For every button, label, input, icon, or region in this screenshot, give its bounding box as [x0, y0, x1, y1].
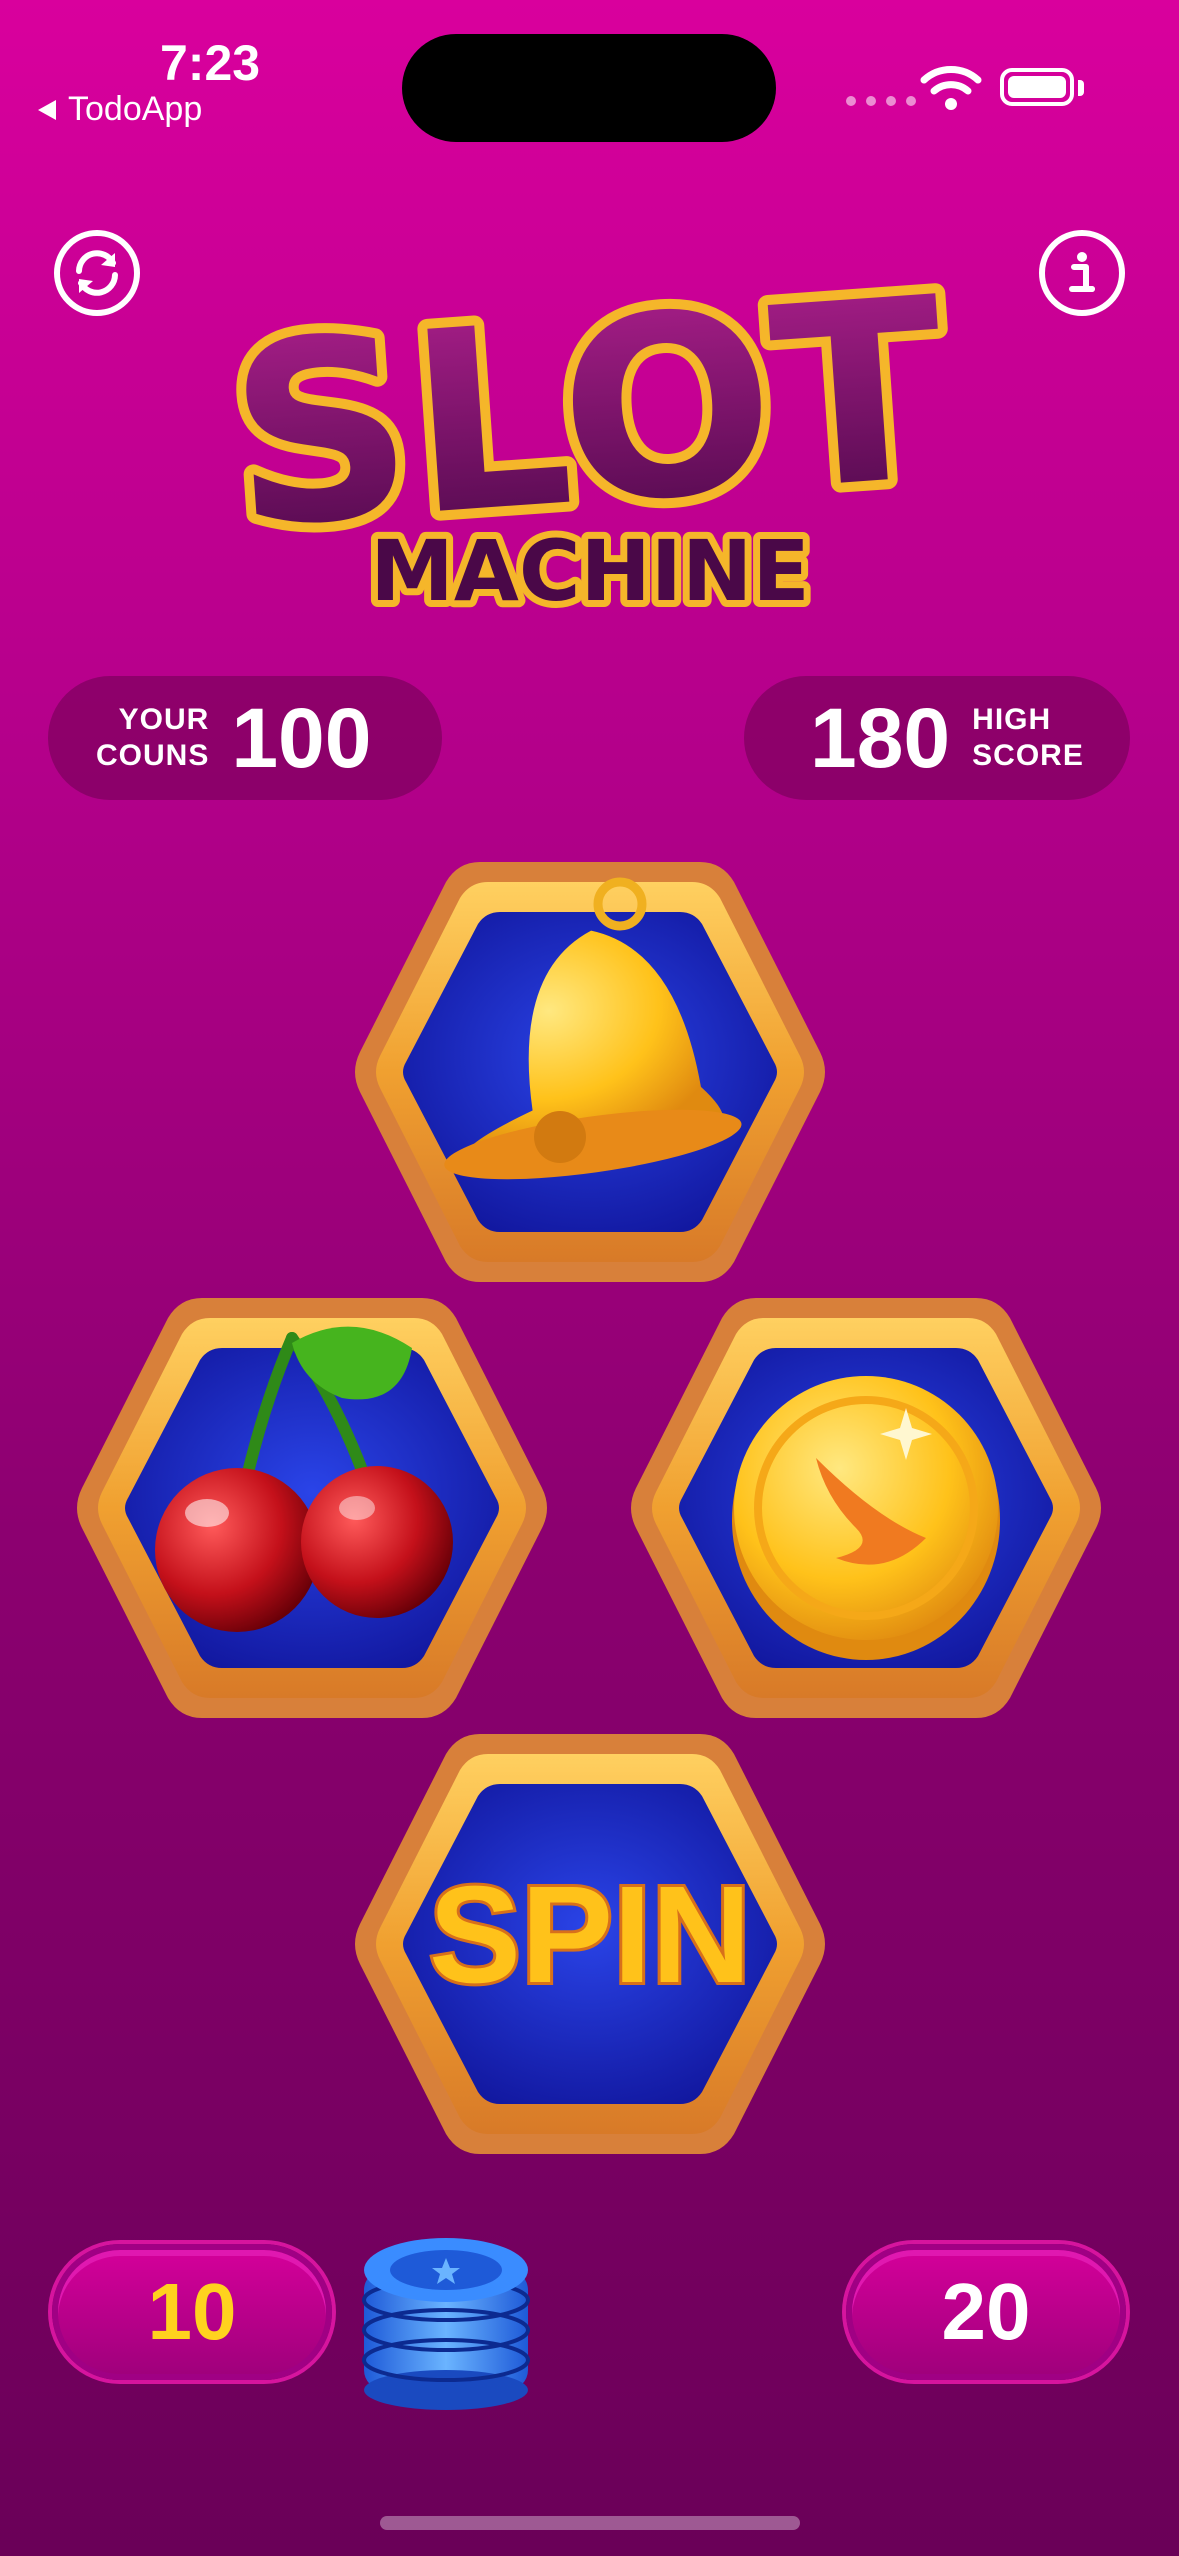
wifi-icon — [920, 66, 982, 110]
info-button[interactable] — [1039, 230, 1125, 316]
reel-3 — [631, 1298, 1101, 1718]
reset-button[interactable] — [54, 230, 140, 316]
coins-label: YOUR COUNS — [96, 703, 210, 772]
coins-display: YOUR COUNS 100 — [48, 676, 442, 800]
battery-cap — [1078, 80, 1084, 96]
info-icon — [1069, 252, 1095, 292]
spin-label: SPIN — [429, 1858, 751, 2012]
battery-icon — [1000, 68, 1074, 106]
reel-1 — [355, 862, 825, 1282]
coin-icon — [732, 1376, 1000, 1660]
high-score-label: HIGH SCORE — [972, 703, 1084, 772]
high-score-display: 180 HIGH SCORE — [744, 676, 1130, 800]
arrow-circle-icon — [76, 250, 118, 296]
spin-button[interactable]: SPIN — [350, 1724, 830, 2164]
high-score-value: 180 — [810, 690, 951, 785]
bet-10-button[interactable]: 10 — [52, 2244, 332, 2380]
back-triangle-icon — [38, 99, 56, 120]
reel-2 — [77, 1298, 547, 1718]
back-app-label: TodoApp — [68, 90, 203, 128]
dynamic-island — [402, 34, 776, 142]
coins-value: 100 — [231, 690, 372, 785]
signal-dots — [846, 96, 916, 106]
logo-line-2: MACHINE — [370, 522, 809, 620]
casino-chips-icon[interactable] — [356, 2210, 536, 2410]
back-to-app-link[interactable]: TodoApp — [36, 90, 202, 129]
bet-20-button[interactable]: 20 — [846, 2244, 1126, 2380]
status-time: 7:23 — [160, 35, 261, 91]
slot-machine-logo: SLOT MACHINE — [211, 270, 963, 627]
home-indicator — [380, 2516, 800, 2530]
